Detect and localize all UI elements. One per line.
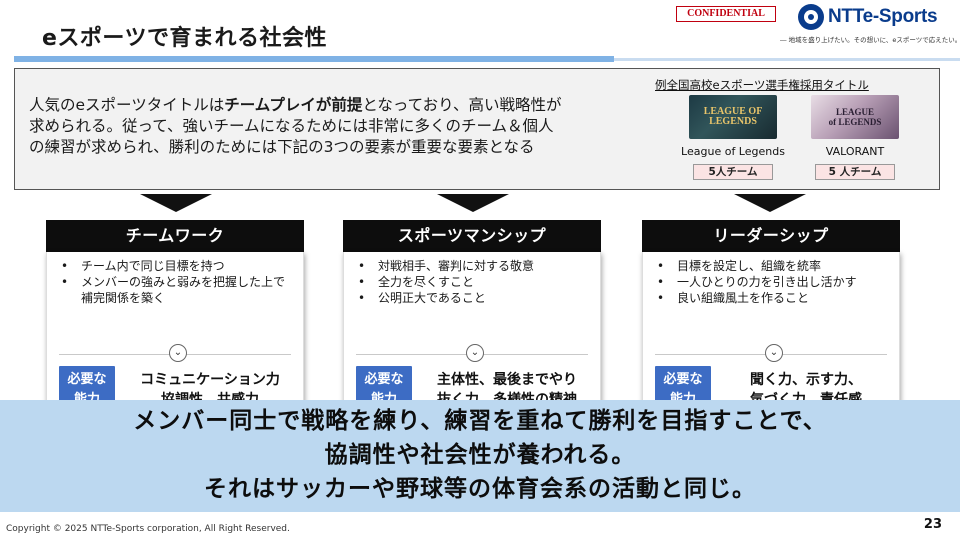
company-tagline: ― 地域を盛り上げたい。その想いに、eスポーツで応えたい。 ― [780,36,960,44]
game-image-lol: LEAGUE OF LEGENDS [689,95,777,139]
company-logo: NTTe-Sports [798,4,938,30]
chevron-down-icon: ⌄ [765,344,783,362]
game-name: VALORANT [825,145,885,158]
column-header: スポーツマンシップ [343,220,601,252]
games-title: 例全国高校eスポーツ選手権採用タイトル [655,78,869,92]
game-image-valorant: LEAGUE of LEGENDS [811,95,899,139]
list-item: 全力を尽くすこと [356,274,592,290]
list-item: 公明正大であること [356,290,592,306]
intro-line2: 求められる。従って、強いチームになるためには非常に多くのチーム＆個人 [29,117,554,135]
ntt-esports-logo-icon [798,4,824,30]
list-item: 目標を設定し、組織を統率 [655,258,891,274]
title-underline [14,56,614,62]
list-item: 対戦相手、審判に対する敬意 [356,258,592,274]
page-number: 23 [923,517,942,532]
intro-line3: の練習が求められ、勝利のためには下記の3つの要素が重要な要素となる [29,138,535,156]
bullet-list: 目標を設定し、組織を統率 一人ひとりの力を引き出し活かす 良い組織風土を作ること [655,258,891,306]
team-size-badge: 5 人チーム [815,164,895,180]
game-logo-lol: LEAGUE OF LEGENDS [703,106,763,127]
list-item: チーム内で同じ目標を持つ [59,258,295,274]
logo-text: NTTe-Sports [828,6,938,27]
conclusion-line: 協調性や社会性が養われる。 [324,442,636,468]
game-card-lol: LEAGUE OF LEGENDS League of Legends 5人チーム [677,95,789,180]
ability-line: コミュニケーション力 [140,372,280,388]
intro-line1-pre: 人気のeスポーツタイトルは [29,96,225,114]
team-size-badge: 5人チーム [693,164,773,180]
intro-text: 人気のeスポーツタイトルはチームプレイが前提となっており、高い戦略性が 求められ… [29,95,669,158]
down-arrow-icon [734,194,806,212]
column-leadership: リーダーシップ 目標を設定し、組織を統率 一人ひとりの力を引き出し活かす 良い組… [642,220,900,420]
intro-line1-bold: チームプレイが前提 [224,96,363,114]
conclusion-line: それはサッカーや野球等の体育会系の活動と同じ。 [204,476,756,502]
list-item: 良い組織風土を作ること [655,290,891,306]
column-body: 対戦相手、審判に対する敬意 全力を尽くすこと 公明正大であること ⌄ 必要な能力… [343,252,601,420]
confidential-stamp: CONFIDENTIAL [676,6,776,22]
down-arrow-icon [437,194,509,212]
bullet-list: 対戦相手、審判に対する敬意 全力を尽くすこと 公明正大であること [356,258,592,306]
copyright-text: Copyright © 2025 NTTe-Sports corporation… [6,524,290,534]
bullet-list: チーム内で同じ目標を持つ メンバーの強みと弱みを把握した上で補完関係を築く [59,258,295,306]
list-item: 一人ひとりの力を引き出し活かす [655,274,891,290]
column-header: リーダーシップ [642,220,900,252]
intro-box: 人気のeスポーツタイトルはチームプレイが前提となっており、高い戦略性が 求められ… [14,68,940,190]
game-card-valorant: LEAGUE of LEGENDS VALORANT 5 人チーム [799,95,911,180]
column-body: チーム内で同じ目標を持つ メンバーの強みと弱みを把握した上で補完関係を築く ⌄ … [46,252,304,420]
game-name: League of Legends [681,145,785,158]
column-sportsmanship: スポーツマンシップ 対戦相手、審判に対する敬意 全力を尽くすこと 公明正大である… [343,220,601,420]
conclusion-line: メンバー同士で戦略を練り、練習を重ねて勝利を目指すことで、 [133,408,827,434]
column-header: チームワーク [46,220,304,252]
page-title: eスポーツで育まれる社会性 [42,26,327,51]
title-underline-light [614,58,960,61]
down-arrow-icon [140,194,212,212]
column-body: 目標を設定し、組織を統率 一人ひとりの力を引き出し活かす 良い組織風土を作ること… [642,252,900,420]
column-teamwork: チームワーク チーム内で同じ目標を持つ メンバーの強みと弱みを把握した上で補完関… [46,220,304,420]
intro-line1-post: となっており、高い戦略性が [362,96,562,114]
ability-line: 聞く力、示す力、 [750,372,862,388]
conclusion-band: メンバー同士で戦略を練り、練習を重ねて勝利を目指すことで、 協調性や社会性が養わ… [0,400,960,512]
chevron-down-icon: ⌄ [466,344,484,362]
chevron-down-icon: ⌄ [169,344,187,362]
ability-line: 主体性、最後までやり [437,372,577,388]
list-item: メンバーの強みと弱みを把握した上で補完関係を築く [59,274,295,306]
game-logo-valorant: LEAGUE of LEGENDS [828,107,882,127]
